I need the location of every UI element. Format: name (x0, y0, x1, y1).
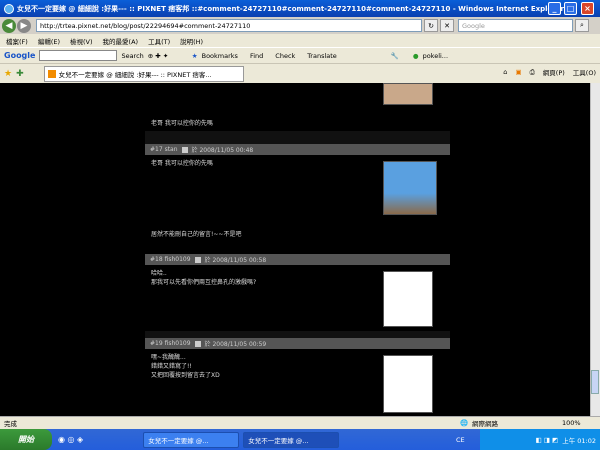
comment-18-checkbox[interactable] (194, 256, 201, 263)
user-status-icon: ● (412, 51, 419, 60)
window-titlebar: 女兒不一定要嫁 @ 細細說 :好果--- :: PIXNET 痞客邦 ::#co… (0, 0, 600, 17)
google-search-button[interactable]: Search (121, 52, 143, 60)
taskbar-item-1[interactable]: 女兒不一定要嫁 @... (143, 431, 240, 448)
comment-16-text: 老哥 我可以控你的先嗎 (151, 120, 213, 127)
find-button[interactable]: Find (250, 52, 263, 60)
menu-view[interactable]: 檢視(V) (70, 36, 93, 46)
refresh-icon[interactable]: ↻ (424, 19, 438, 32)
user-name[interactable]: pokeli... (423, 52, 448, 60)
comment-18-avatar (383, 271, 433, 327)
comment-16-avatar (383, 83, 433, 105)
status-text: 完成 (4, 420, 17, 428)
comment-17-header: #17 stan 於 2008/11/05 00:48 (145, 144, 450, 155)
clock: 上午 01:02 (562, 436, 596, 445)
print-icon[interactable]: ⎙ (530, 68, 535, 77)
comment-18-author[interactable]: #18 fish0109 (150, 256, 191, 263)
zone-text: 網際網路 (472, 420, 498, 428)
menu-help[interactable]: 說明(H) (180, 36, 203, 46)
scrollbar-thumb[interactable] (591, 370, 599, 394)
add-favorites-icon[interactable]: ✚ (16, 69, 24, 79)
page-menu[interactable]: 網頁(P) (543, 67, 565, 77)
close-button[interactable]: × (581, 2, 594, 15)
tray-icons: ◧ ◨ ◩ (535, 435, 559, 444)
taskbar-item-2[interactable]: 女兒不一定要嫁 @... (243, 431, 340, 448)
comment-17-checkbox[interactable] (181, 146, 188, 153)
comment-17-photo (383, 161, 437, 215)
quicklaunch-icons[interactable]: ◉ ◎ ◈ (58, 435, 83, 444)
comment-19-author[interactable]: #19 fish0109 (150, 340, 191, 347)
google-toolbar: Google Search ⊕ ✚ ✦ ★ Bookmarks Find Che… (0, 47, 600, 63)
stop-icon[interactable]: ✕ (440, 19, 454, 32)
forward-icon[interactable]: ▶ (17, 18, 31, 33)
tab-favicon (47, 69, 56, 78)
comment-19-checkbox[interactable] (194, 340, 201, 347)
check-button[interactable]: Check (275, 52, 295, 60)
search-input[interactable]: Google (458, 19, 573, 32)
taskbar: 開始 ◉ ◎ ◈ 女兒不一定要嫁 @... 女兒不一定要嫁 @... CE ◧ … (0, 429, 600, 450)
zoom-level[interactable]: 100% (562, 419, 581, 427)
comment-19: #19 fish0109 於 2008/11/05 00:59 嘿~我醜醜...… (145, 338, 450, 416)
comment-17-date: 於 2008/11/05 00:48 (191, 147, 254, 154)
address-input[interactable]: http://trtea.pixnet.net/blog/post/222946… (36, 19, 422, 32)
globe-icon: 🌐 (460, 419, 469, 427)
home-icon[interactable]: ⌂ (503, 68, 507, 76)
menu-favorites[interactable]: 我的最愛(A) (103, 36, 139, 46)
status-bar: 完成 🌐 網際網路 100% (0, 416, 600, 429)
window-title: 女兒不一定要嫁 @ 細細說 :好果--- :: PIXNET 痞客邦 ::#co… (17, 4, 564, 13)
bookmarks-button[interactable]: Bookmarks (202, 52, 238, 60)
tools-menu[interactable]: 工具(O) (573, 67, 596, 77)
comment-18: #18 fish0109 於 2008/11/05 00:58 哈哈.. 那我可… (145, 254, 450, 331)
wrench-icon[interactable]: 🔧 (391, 52, 399, 60)
comment-19-date: 於 2008/11/05 00:59 (204, 341, 267, 348)
google-logo: Google (4, 51, 36, 60)
browser-tab[interactable]: 女兒不一定要嫁 @ 細細說 :好果--- :: PIXNET 痞客... (43, 65, 244, 82)
system-tray: CE ◧ ◨ ◩ 上午 01:02 (456, 429, 600, 450)
menu-file[interactable]: 檔案(F) (6, 36, 28, 46)
maximize-button[interactable]: □ (564, 2, 577, 15)
back-icon[interactable]: ◀ (2, 18, 16, 33)
start-button[interactable]: 開始 (0, 429, 52, 450)
comment-19-header: #19 fish0109 於 2008/11/05 00:59 (145, 338, 450, 349)
google-search-input[interactable] (39, 50, 118, 61)
comment-19-avatar (383, 355, 433, 413)
command-bar: ⌂ ▣ ⎙ 網頁(P) 工具(O) (503, 67, 596, 78)
language-indicator[interactable]: CE (456, 436, 465, 444)
tab-label: 女兒不一定要嫁 @ 細細說 :好果--- :: PIXNET 痞客... (58, 70, 212, 79)
menu-bar: 檔案(F) 編輯(E) 檢視(V) 我的最愛(A) 工具(T) 說明(H) (0, 34, 600, 47)
comment-16: 老哥 我可以控你的先嗎 (145, 83, 450, 131)
comment-18-header: #18 fish0109 於 2008/11/05 00:58 (145, 254, 450, 265)
comment-17-text2: 居然不能刪自己的留言!~~不是吧 (151, 231, 242, 238)
ie-icon (4, 3, 14, 14)
translate-button[interactable]: Translate (307, 52, 337, 60)
toolbar-icons: ⊕ ✚ ✦ (147, 51, 169, 60)
comment-18-date: 於 2008/11/05 00:58 (204, 257, 267, 264)
feeds-icon[interactable]: ▣ (515, 68, 521, 76)
menu-tools[interactable]: 工具(T) (148, 36, 170, 46)
favorites-star-icon[interactable]: ★ (4, 69, 12, 79)
address-row: ◀ ▶ http://trtea.pixnet.net/blog/post/22… (0, 17, 600, 34)
page-content: 老哥 我可以控你的先嗎 #17 stan 於 2008/11/05 00:48 … (0, 83, 590, 416)
tab-bar: ★ ✚ 女兒不一定要嫁 @ 細細說 :好果--- :: PIXNET 痞客...… (0, 63, 600, 83)
menu-edit[interactable]: 編輯(E) (38, 36, 60, 46)
minimize-button[interactable]: _ (548, 2, 561, 15)
vertical-scrollbar[interactable] (590, 83, 600, 416)
search-icon[interactable]: ⌕ (575, 19, 589, 32)
comment-17-author[interactable]: #17 stan (150, 146, 178, 153)
bookmarks-star-icon: ★ (191, 51, 198, 60)
